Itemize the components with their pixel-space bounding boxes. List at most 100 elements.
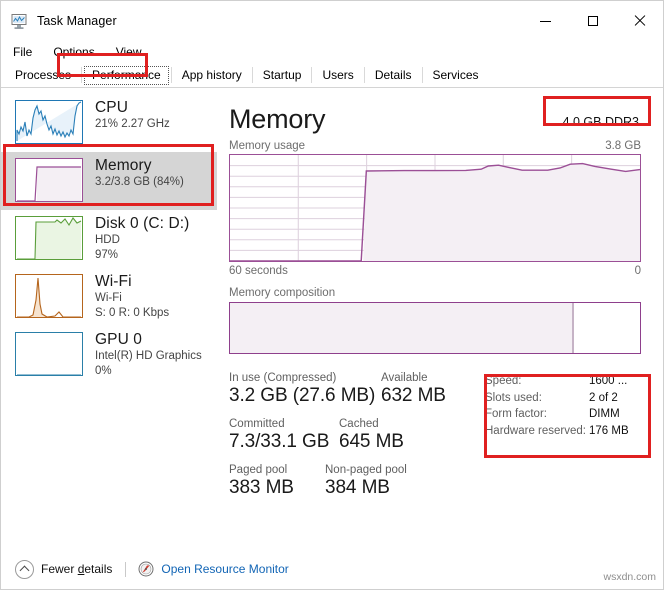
minimize-button[interactable] bbox=[522, 1, 569, 41]
sidebar-item-sub2: S: 0 R: 0 Kbps bbox=[95, 306, 170, 319]
cpu-thumbnail-graph bbox=[15, 100, 83, 144]
sidebar-item-sub1: Wi-Fi bbox=[95, 292, 122, 305]
menu-bar: File Options View bbox=[1, 41, 663, 63]
usage-chart-title: Memory usage bbox=[229, 140, 306, 152]
statistics-columns: In use (Compressed) 3.2 GB (27.6 MB) Ava… bbox=[229, 372, 475, 510]
axis-label-left: 60 seconds bbox=[229, 265, 288, 277]
tab-strip: Processes Performance App history Startu… bbox=[1, 63, 663, 88]
tab-users[interactable]: Users bbox=[312, 64, 363, 87]
tab-services[interactable]: Services bbox=[423, 64, 489, 87]
info-row-slots-used: Slots used: 2 of 2 bbox=[485, 390, 641, 407]
tab-app-history[interactable]: App history bbox=[172, 64, 252, 87]
sidebar-item-sub1: 21% 2.27 GHz bbox=[95, 118, 170, 131]
tab-processes[interactable]: Processes bbox=[5, 64, 81, 87]
statistics-row: Committed 7.3/33.1 GB Cached 645 MB bbox=[229, 418, 475, 453]
maximize-icon bbox=[587, 16, 598, 26]
stat-value: 383 MB bbox=[229, 477, 294, 498]
usage-chart-labels: Memory usage 3.8 GB bbox=[229, 140, 641, 152]
chart-area-fill bbox=[363, 163, 640, 261]
stat-in-use: In use (Compressed) 3.2 GB (27.6 MB) bbox=[229, 372, 381, 407]
info-value: DIMM bbox=[589, 408, 620, 420]
stat-value: 3.2 GB (27.6 MB) bbox=[229, 385, 376, 406]
info-value: 1600 ... bbox=[589, 375, 628, 387]
task-manager-icon bbox=[11, 13, 28, 30]
axis-label-right: 0 bbox=[634, 265, 641, 277]
sidebar-item-sub2: 97% bbox=[95, 248, 119, 261]
info-row-speed: Speed: 1600 ... bbox=[485, 373, 641, 390]
fewer-details-pre: Fewer bbox=[41, 562, 78, 576]
resource-monitor-label: Open Resource Monitor bbox=[161, 562, 289, 576]
menu-item-file[interactable]: File bbox=[10, 43, 41, 61]
fewer-details-post: etails bbox=[84, 562, 113, 576]
statistics-row: In use (Compressed) 3.2 GB (27.6 MB) Ava… bbox=[229, 372, 475, 407]
stat-label: In use (Compressed) bbox=[229, 372, 337, 384]
sidebar-item-text: GPU 0 Intel(R) HD Graphics 0% bbox=[95, 330, 202, 378]
info-row-hardware-reserved: Hardware reserved: 176 MB bbox=[485, 423, 641, 440]
stat-value: 384 MB bbox=[325, 477, 390, 498]
fewer-details-label: Fewer details bbox=[41, 562, 112, 576]
stat-label: Non-paged pool bbox=[325, 464, 407, 476]
title-bar: Task Manager bbox=[1, 1, 663, 41]
tab-performance[interactable]: Performance bbox=[82, 64, 171, 87]
stat-value: 645 MB bbox=[339, 431, 404, 452]
sidebar-item-sub1: HDD bbox=[95, 234, 120, 247]
stat-label: Cached bbox=[339, 418, 379, 430]
status-bar: Fewer details Open Resource Monitor wsxd… bbox=[1, 549, 663, 589]
stat-value: 632 MB bbox=[381, 385, 446, 406]
task-manager-window: Task Manager File Options View Processes… bbox=[0, 0, 664, 590]
stat-committed: Committed 7.3/33.1 GB bbox=[229, 418, 339, 453]
memory-statistics: In use (Compressed) 3.2 GB (27.6 MB) Ava… bbox=[229, 372, 641, 510]
close-icon bbox=[634, 15, 646, 27]
stat-label: Paged pool bbox=[229, 464, 288, 476]
menu-item-view[interactable]: View bbox=[113, 43, 151, 61]
footer-divider bbox=[125, 561, 127, 577]
disk-thumbnail-graph bbox=[15, 216, 83, 260]
fewer-details-button[interactable]: Fewer details bbox=[15, 559, 112, 579]
open-resource-monitor-link[interactable]: Open Resource Monitor bbox=[138, 561, 289, 577]
statistics-row: Paged pool 383 MB Non-paged pool 384 MB bbox=[229, 464, 475, 499]
gpu-thumbnail-graph bbox=[15, 332, 83, 376]
close-button[interactable] bbox=[616, 1, 663, 41]
sidebar-item-gpu-0[interactable]: GPU 0 Intel(R) HD Graphics 0% bbox=[1, 326, 217, 384]
memory-hardware-info: Speed: 1600 ... Slots used: 2 of 2 Form … bbox=[475, 372, 641, 510]
sidebar-item-text: CPU 21% 2.27 GHz bbox=[95, 98, 170, 132]
info-value: 2 of 2 bbox=[589, 391, 618, 404]
sidebar-item-disk-0[interactable]: Disk 0 (C: D:) HDD 97% bbox=[1, 210, 217, 268]
sidebar-item-wifi[interactable]: Wi-Fi Wi-Fi S: 0 R: 0 Kbps bbox=[1, 268, 217, 326]
memory-composition-bar[interactable] bbox=[229, 302, 641, 354]
memory-thumbnail-graph bbox=[15, 158, 83, 202]
memory-detail-panel: Memory 4.0 GB DDR3 Memory usage 3.8 GB 6… bbox=[217, 88, 663, 549]
sidebar-item-title: CPU bbox=[95, 99, 129, 116]
stat-paged-pool: Paged pool 383 MB bbox=[229, 464, 325, 499]
info-key: Slots used: bbox=[485, 391, 542, 404]
sidebar-item-title: Wi-Fi bbox=[95, 273, 132, 290]
sidebar-item-sub2: 0% bbox=[95, 364, 112, 377]
usage-chart-axis: 60 seconds 0 bbox=[229, 265, 641, 277]
resource-sidebar: CPU 21% 2.27 GHz Memory 3.2/3.8 GB (84%) bbox=[1, 88, 217, 549]
tab-startup[interactable]: Startup bbox=[253, 64, 312, 87]
stat-non-paged-pool: Non-paged pool 384 MB bbox=[325, 464, 407, 499]
maximize-button[interactable] bbox=[569, 1, 616, 41]
chevron-up-icon bbox=[15, 559, 34, 579]
watermark: wsxdn.com bbox=[603, 571, 656, 583]
memory-usage-chart bbox=[229, 154, 641, 262]
hardware-summary: 4.0 GB DDR3 bbox=[562, 115, 639, 129]
stat-label: Available bbox=[381, 372, 428, 384]
memory-composition-label: Memory composition bbox=[229, 287, 336, 299]
info-row-form-factor: Form factor: DIMM bbox=[485, 406, 641, 423]
tab-details[interactable]: Details bbox=[365, 64, 422, 87]
menu-item-options[interactable]: Options bbox=[50, 43, 103, 61]
stat-label: Committed bbox=[229, 418, 285, 430]
sidebar-item-cpu[interactable]: CPU 21% 2.27 GHz bbox=[1, 94, 217, 152]
sidebar-item-sub1: Intel(R) HD Graphics bbox=[95, 350, 202, 363]
info-key: Hardware reserved: bbox=[485, 424, 586, 437]
stat-available: Available 632 MB bbox=[381, 372, 446, 407]
window-title: Task Manager bbox=[37, 14, 117, 28]
info-value: 176 MB bbox=[589, 424, 629, 437]
usage-chart-max: 3.8 GB bbox=[605, 140, 641, 152]
sidebar-item-text: Wi-Fi Wi-Fi S: 0 R: 0 Kbps bbox=[95, 272, 169, 320]
sidebar-item-sub1: 3.2/3.8 GB (84%) bbox=[95, 176, 184, 189]
sidebar-item-memory[interactable]: Memory 3.2/3.8 GB (84%) bbox=[1, 152, 217, 210]
memory-usage-plot bbox=[230, 155, 640, 261]
info-key: Speed: bbox=[485, 375, 522, 387]
